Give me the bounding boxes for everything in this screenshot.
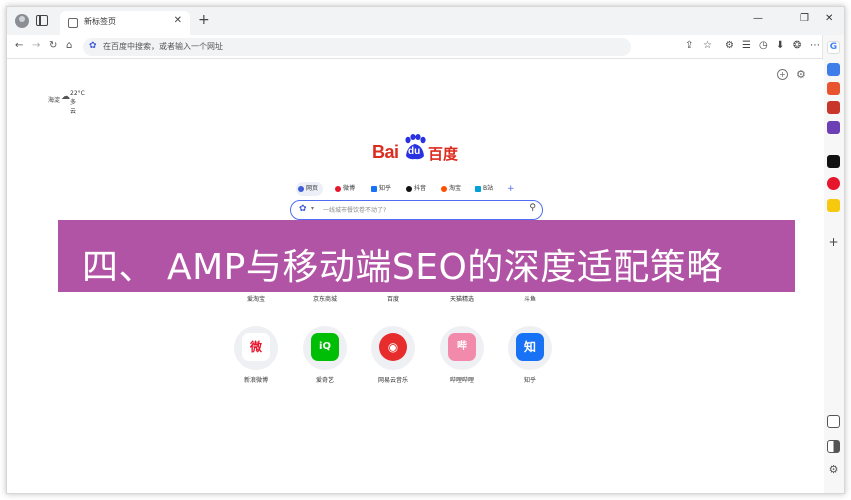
new-tab-page-icon [68, 18, 78, 28]
forward-icon[interactable]: → [32, 40, 40, 51]
weather-condition: 多云 [70, 99, 77, 115]
search-input[interactable]: ✿ ▾ 一线城市餐饮卷不动了? ⚲ [290, 200, 543, 220]
site-zhihu[interactable]: 知 知乎 [500, 326, 560, 386]
split-screen-icon[interactable] [827, 440, 840, 453]
star-icon[interactable]: ☆ [703, 40, 712, 51]
tab-new-tab[interactable]: 新标签页 ✕ [60, 11, 190, 35]
zhihu-logo-icon: 知 [516, 333, 544, 361]
search-placeholder: 一线城市餐饮卷不动了? [323, 207, 387, 214]
tab-bilibili[interactable]: B站 [473, 182, 493, 196]
tab-actions-icon[interactable] [36, 15, 48, 26]
google-icon[interactable]: G [827, 41, 840, 54]
site-netease-music[interactable]: ◉ 网易云音乐 [363, 326, 423, 386]
app-icon[interactable] [827, 199, 840, 212]
baidu-logo: Bai du 百度 [372, 134, 462, 164]
site-label: 新浪微博 [243, 377, 268, 384]
bilibili-logo-icon: 哔 [448, 333, 476, 361]
search-icon[interactable]: ⚲ [529, 203, 536, 213]
taobao-small-icon [441, 186, 447, 192]
tab-taobao[interactable]: 淘宝 [439, 182, 461, 196]
add-shortcut-icon[interactable]: + [777, 69, 788, 80]
page-settings-icon[interactable]: ⚙ [796, 68, 806, 81]
tab-douyin[interactable]: 抖音 [404, 182, 426, 196]
site-weibo[interactable]: 微 新浪微博 [226, 326, 286, 386]
browser-window: 新标签页 ✕ + — ❐ ✕ ← → ↻ ⌂ ✿ 在百度中搜索，或者输入一个网址… [6, 6, 845, 494]
screenshot-icon[interactable] [827, 415, 840, 428]
site-label: 网易云音乐 [377, 377, 408, 384]
add-sidebar-icon[interactable]: + [827, 236, 840, 249]
tiktok-icon[interactable] [827, 155, 840, 168]
history-icon[interactable]: ◷ [759, 40, 768, 51]
weibo-logo-icon: 微 [242, 333, 270, 361]
new-tab-button[interactable]: + [198, 12, 210, 28]
tab-title: 新标签页 [84, 17, 116, 26]
tab-web[interactable]: 网页 [296, 182, 324, 196]
address-placeholder: 在百度中搜索，或者输入一个网址 [103, 42, 223, 51]
bilibili-small-icon [475, 186, 481, 192]
more-icon[interactable]: ⋯ [810, 40, 820, 51]
iqiyi-logo-icon: iQ [311, 333, 339, 361]
netease-music-logo-icon: ◉ [379, 333, 407, 361]
office-icon[interactable] [827, 82, 840, 95]
profile-avatar-icon[interactable] [15, 14, 29, 28]
weather-city: 海淀 [48, 97, 61, 104]
minimize-button[interactable]: — [753, 13, 763, 24]
toolbox-icon[interactable] [827, 101, 840, 114]
site-label-douyu[interactable]: 斗鱼 [500, 294, 560, 303]
overlay-banner: 四、 AMP与移动端SEO的深度适配策略 [58, 220, 795, 292]
chevron-down-icon[interactable]: ▾ [311, 205, 314, 212]
title-bar: 新标签页 ✕ + — ❐ ✕ [7, 7, 844, 35]
site-label-jd[interactable]: 京东商城 [295, 294, 355, 303]
tab-weibo[interactable]: 微博 [333, 182, 355, 196]
people-icon[interactable] [827, 121, 840, 134]
back-icon[interactable]: ← [15, 40, 23, 51]
site-label-baidu[interactable]: 百度 [363, 294, 423, 303]
close-tab-icon[interactable]: ✕ [174, 15, 182, 26]
banner-title: 四、 AMP与移动端SEO的深度适配策略 [82, 247, 723, 288]
close-window-button[interactable]: ✕ [825, 13, 833, 24]
share-icon[interactable]: ⇪ [685, 40, 693, 51]
baidu-paw-icon: ✿ [89, 41, 97, 51]
cloud-icon: ☁ [61, 92, 70, 102]
home-icon[interactable]: ⌂ [66, 40, 72, 51]
add-search-source-icon[interactable]: + [507, 182, 515, 196]
search-engine-icon[interactable]: ✿ [299, 204, 307, 214]
douyin-small-icon [406, 186, 412, 192]
site-label: 知乎 [523, 377, 536, 384]
extensions-icon[interactable]: ⚙ [725, 40, 734, 51]
weibo-icon[interactable] [827, 177, 840, 190]
site-bilibili[interactable]: 哔 哔哩哔哩 [432, 326, 492, 386]
search-source-tabs: 网页 微博 知乎 抖音 淘宝 B站 + [296, 182, 526, 196]
zhihu-small-icon [371, 186, 377, 192]
site-label-aitaobao[interactable]: 爱淘宝 [226, 294, 286, 303]
site-iqiyi[interactable]: iQ 爱奇艺 [295, 326, 355, 386]
new-tab-page: 海淀 ☁ 22°C 多云 + ⚙ Bai du 百度 网页 微博 知乎 抖音 淘… [7, 60, 824, 493]
favorites-icon[interactable]: ☰ [742, 40, 751, 51]
edge-sidebar: G + ⚙ [822, 35, 844, 493]
restore-button[interactable]: ❐ [800, 13, 809, 24]
weather-temp: 22°C [70, 90, 85, 97]
sidebar-settings-icon[interactable]: ⚙ [827, 463, 840, 476]
site-label: 爱奇艺 [315, 377, 334, 384]
tab-zhihu[interactable]: 知乎 [369, 182, 391, 196]
web-icon [298, 186, 304, 192]
refresh-icon[interactable]: ↻ [49, 40, 57, 51]
copilot-icon[interactable]: ❂ [793, 40, 801, 51]
address-toolbar: ← → ↻ ⌂ ✿ 在百度中搜索，或者输入一个网址 ⇪ ☆ ⚙ ☰ ◷ ⬇ ❂ … [7, 35, 844, 59]
weibo-small-icon [335, 186, 341, 192]
tag-icon[interactable] [827, 63, 840, 76]
site-label: 哔哩哔哩 [449, 377, 474, 384]
download-icon[interactable]: ⬇ [776, 40, 784, 51]
site-label-tmall[interactable]: 天猫精选 [432, 294, 492, 303]
address-bar[interactable]: ✿ 在百度中搜索，或者输入一个网址 [83, 38, 631, 56]
